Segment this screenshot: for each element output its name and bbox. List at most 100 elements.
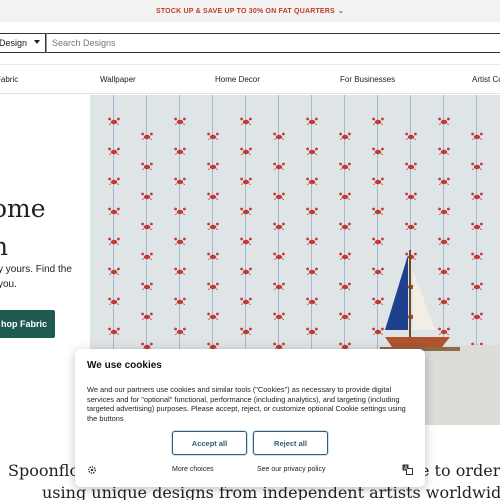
search-category-label: Design (0, 38, 28, 48)
crab-motif (240, 237, 252, 245)
crab-motif (471, 252, 483, 260)
crab-motif (108, 237, 120, 245)
crab-motif (306, 267, 318, 275)
crab-motif (306, 177, 318, 185)
crab-motif (240, 147, 252, 155)
crab-motif (273, 282, 285, 290)
crab-motif (207, 192, 219, 200)
crab-motif (108, 327, 120, 335)
crab-motif (141, 312, 153, 320)
gear-icon[interactable] (87, 465, 97, 475)
crab-motif (108, 267, 120, 275)
crab-motif (438, 237, 450, 245)
language-icon[interactable]: A (402, 464, 413, 475)
nav-item-home-decor[interactable]: Home Decor (215, 75, 260, 84)
crab-motif (405, 192, 417, 200)
crab-motif (306, 147, 318, 155)
cookie-title: We use cookies (87, 360, 162, 371)
cookie-body: We and our partners use cookies and simi… (87, 385, 406, 423)
shop-fabric-button[interactable]: hop Fabric (0, 310, 55, 338)
promo-text: STOCK UP & SAVE UP TO 30% ON FAT QUARTER… (155, 7, 335, 15)
crab-motif (372, 177, 384, 185)
crab-motif (240, 327, 252, 335)
crab-motif (438, 177, 450, 185)
crab-motif (207, 132, 219, 140)
crab-motif (240, 267, 252, 275)
nav-item-for-businesses[interactable]: For Businesses (340, 75, 395, 84)
nav-item-artist-corner[interactable]: Artist Co (472, 75, 500, 84)
crab-motif (108, 207, 120, 215)
crab-motif (174, 237, 186, 245)
crab-motif (240, 207, 252, 215)
crab-motif (438, 147, 450, 155)
crab-motif (141, 282, 153, 290)
crab-motif (108, 297, 120, 305)
more-choices-link[interactable]: More choices (172, 466, 214, 473)
hero-subtitle: y yours. Find the you. (0, 264, 72, 290)
crab-motif (174, 327, 186, 335)
nav-item-fabric[interactable]: Fabric (0, 75, 18, 84)
crab-motif (207, 222, 219, 230)
search-category-select[interactable]: Design (0, 33, 46, 53)
crab-motif (405, 162, 417, 170)
crab-motif (141, 222, 153, 230)
promo-banner[interactable]: STOCK UP & SAVE UP TO 30% ON FAT QUARTER… (0, 0, 500, 22)
crab-motif (471, 132, 483, 140)
crab-motif (141, 132, 153, 140)
crab-motif (471, 222, 483, 230)
crab-motif (174, 267, 186, 275)
crab-motif (207, 282, 219, 290)
crab-motif (306, 237, 318, 245)
search-input[interactable] (46, 33, 500, 53)
crab-motif (405, 132, 417, 140)
crab-motif (273, 252, 285, 260)
caret-down-icon (34, 40, 40, 44)
crab-motif (306, 117, 318, 125)
armchair (420, 345, 500, 425)
cookie-consent-dialog: We use cookies We and our partners use c… (75, 349, 425, 487)
crab-motif (240, 117, 252, 125)
crab-motif (141, 192, 153, 200)
crab-motif (339, 162, 351, 170)
crab-motif (339, 222, 351, 230)
crab-motif (306, 207, 318, 215)
search-bar: Design (0, 22, 500, 64)
crab-motif (306, 327, 318, 335)
accept-all-button[interactable]: Accept all (172, 431, 247, 455)
crab-motif (405, 222, 417, 230)
crab-motif (240, 177, 252, 185)
crab-motif (372, 117, 384, 125)
crab-motif (273, 162, 285, 170)
crab-motif (273, 192, 285, 200)
crab-motif (339, 252, 351, 260)
privacy-policy-link[interactable]: See our privacy policy (257, 466, 325, 473)
crab-motif (339, 282, 351, 290)
crab-motif (240, 297, 252, 305)
hero-title-text: ome h (0, 194, 46, 261)
crab-motif (174, 177, 186, 185)
crab-motif (471, 192, 483, 200)
crab-motif (438, 117, 450, 125)
svg-text:A: A (404, 466, 408, 472)
main-nav: Fabric Wallpaper Home Decor For Business… (0, 64, 500, 94)
crab-motif (108, 147, 120, 155)
accept-all-label: Accept all (191, 438, 228, 448)
reject-all-button[interactable]: Reject all (253, 431, 328, 455)
crab-motif (174, 117, 186, 125)
crab-motif (273, 132, 285, 140)
crab-motif (207, 162, 219, 170)
crab-motif (273, 222, 285, 230)
crab-motif (108, 117, 120, 125)
crab-motif (108, 177, 120, 185)
crab-motif (471, 312, 483, 320)
crab-motif (372, 237, 384, 245)
crab-motif (174, 147, 186, 155)
crab-motif (306, 297, 318, 305)
crab-motif (141, 252, 153, 260)
crab-motif (438, 207, 450, 215)
crab-motif (174, 207, 186, 215)
shop-fabric-label: hop Fabric (0, 319, 47, 329)
crab-motif (471, 282, 483, 290)
nav-item-wallpaper[interactable]: Wallpaper (100, 75, 136, 84)
crab-motif (207, 252, 219, 260)
